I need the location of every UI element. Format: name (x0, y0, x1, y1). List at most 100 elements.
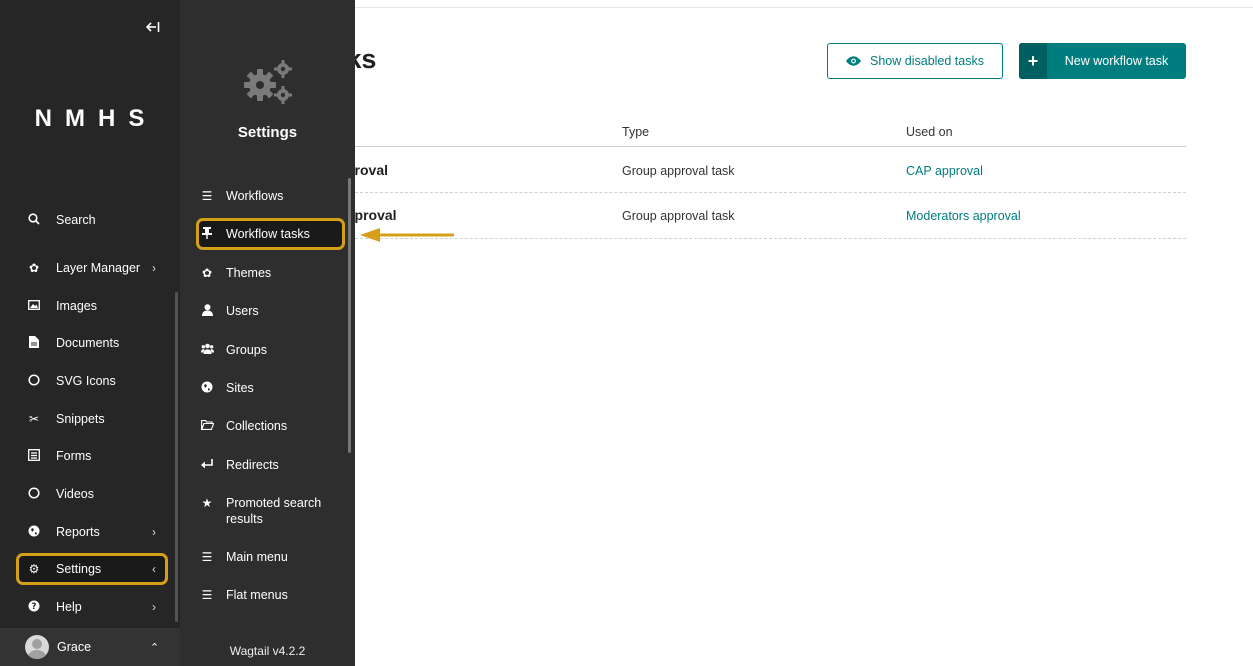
row-divider (355, 238, 1186, 239)
chevron-right-icon: › (152, 261, 156, 275)
submenu-title: Settings (237, 124, 298, 141)
document-icon (26, 335, 42, 351)
account-name: Grace (57, 640, 92, 654)
row-2-used-on-link[interactable]: Moderators approval (906, 209, 1021, 223)
chevron-left-icon: ‹ (152, 562, 156, 576)
snippet-icon: ✂ (28, 412, 40, 426)
new-workflow-task-label: New workflow task (1064, 54, 1169, 68)
submenu-item-label: Themes (226, 266, 272, 280)
user-icon (200, 303, 214, 319)
search-icon (26, 212, 42, 228)
plus-icon: + (1019, 43, 1047, 79)
sidebar-item-label: Help (56, 600, 82, 614)
cog-icon: ✿ (28, 261, 40, 275)
sidebar-item-label: Settings (56, 562, 102, 576)
sidebar-item-label: Layer Manager (56, 261, 141, 275)
submenu-item-workflow-tasks[interactable]: Workflow tasks (196, 218, 345, 250)
circle-icon (26, 373, 42, 389)
circle-icon (26, 486, 42, 502)
sidebar-item-videos[interactable]: Videos (16, 479, 168, 509)
submenu-item-label: Collections (226, 419, 288, 433)
submenu-item-users[interactable]: Users (196, 296, 345, 326)
menu-icon: ☰ (201, 550, 213, 564)
submenu-item-workflows[interactable]: ☰ Workflows (196, 181, 345, 211)
sidebar-item-forms[interactable]: Forms (16, 441, 168, 471)
submenu-item-label: Promoted search results (226, 496, 322, 526)
chevron-up-icon: ⌃ (150, 641, 160, 654)
submenu-scrollbar[interactable] (348, 178, 351, 453)
sidebar-item-label: Snippets (56, 412, 105, 426)
sidebar-item-label: Videos (56, 487, 94, 501)
collapse-sidebar-icon[interactable] (145, 20, 160, 36)
row-1-used-on-link[interactable]: CAP approval (906, 164, 983, 178)
submenu-item-label: Groups (226, 343, 267, 357)
submenu-item-main-menu[interactable]: ☰ Main menu (196, 542, 345, 572)
primary-sidebar: NMHS Search ✿ Layer Manager › Images Doc… (0, 0, 180, 666)
account-menu[interactable]: Grace ⌃ (0, 628, 180, 666)
sidebar-item-label: Reports (56, 525, 100, 539)
submenu-item-label: Workflows (226, 189, 284, 203)
submenu-item-sites[interactable]: Sites (196, 373, 345, 403)
sidebar-scrollbar[interactable] (175, 292, 178, 622)
sidebar-item-label: Images (56, 299, 97, 313)
help-icon: ? (26, 600, 42, 615)
eye-icon (846, 56, 862, 66)
column-header-type[interactable]: Type (622, 125, 649, 139)
row-2-type: Group approval task (622, 209, 735, 223)
version-label: Wagtail v4.2.2 (180, 636, 355, 666)
sidebar-item-search[interactable]: Search (16, 205, 168, 235)
pin-icon (200, 226, 214, 242)
sidebar-item-documents[interactable]: Documents (16, 328, 168, 358)
sidebar-item-settings[interactable]: ⚙ Settings ‹ (16, 553, 168, 585)
submenu-item-label: Flat menus (226, 588, 288, 602)
page: w tasks Show disabled tasks + New workfl… (0, 0, 1253, 666)
row-1-type: Group approval task (622, 164, 735, 178)
menu-icon: ☰ (201, 588, 213, 602)
cog-icon: ✿ (201, 266, 213, 280)
sidebar-item-layer-manager[interactable]: ✿ Layer Manager › (16, 253, 168, 283)
show-disabled-tasks-label: Show disabled tasks (870, 54, 984, 68)
new-workflow-task-button[interactable]: + New workflow task (1019, 43, 1186, 79)
submenu-item-promoted-search-results[interactable]: ★ Promoted search results (196, 493, 345, 529)
chevron-right-icon: › (152, 525, 156, 539)
submenu-item-groups[interactable]: Groups (196, 335, 345, 365)
svg-text:?: ? (32, 602, 37, 612)
globe-icon (26, 525, 42, 540)
site-logo[interactable]: NMHS (0, 105, 180, 133)
submenu-item-themes[interactable]: ✿ Themes (196, 258, 345, 288)
settings-submenu: Settings ☰ Workflows Workflow tasks ✿ Th… (180, 0, 355, 666)
submenu-item-label: Workflow tasks (226, 227, 310, 241)
submenu-item-redirects[interactable]: Redirects (196, 450, 345, 480)
sidebar-item-help[interactable]: ? Help › (16, 592, 168, 622)
sidebar-item-label: SVG Icons (56, 374, 116, 388)
submenu-item-label: Redirects (226, 458, 279, 472)
sidebar-item-svg-icons[interactable]: SVG Icons (16, 366, 168, 396)
cogs-icon: ⚙ (28, 562, 40, 576)
star-icon: ★ (201, 496, 213, 510)
submenu-item-label: Main menu (226, 550, 288, 564)
cogs-icon (244, 60, 292, 104)
list-icon: ☰ (201, 189, 213, 203)
row-divider (355, 192, 1186, 193)
sidebar-item-reports[interactable]: Reports › (16, 517, 168, 547)
submenu-item-flat-menus[interactable]: ☰ Flat menus (196, 580, 345, 610)
sidebar-item-label: Forms (56, 449, 92, 463)
column-header-used-on[interactable]: Used on (906, 125, 953, 139)
avatar (25, 635, 49, 659)
sidebar-item-label: Search (56, 213, 96, 227)
form-icon (26, 448, 42, 464)
top-divider (355, 7, 1253, 8)
redirect-icon (200, 458, 214, 472)
image-icon (26, 299, 42, 313)
annotation-arrow-icon (360, 228, 454, 242)
sidebar-item-snippets[interactable]: ✂ Snippets (16, 404, 168, 434)
group-icon (200, 343, 214, 357)
globe-icon (200, 381, 214, 396)
submenu-item-label: Users (226, 304, 259, 318)
submenu-item-collections[interactable]: Collections (196, 411, 345, 441)
submenu-item-label: Sites (226, 381, 254, 395)
show-disabled-tasks-button[interactable]: Show disabled tasks (827, 43, 1003, 79)
sidebar-item-images[interactable]: Images (16, 291, 168, 321)
chevron-right-icon: › (152, 600, 156, 614)
folder-icon (200, 419, 214, 433)
